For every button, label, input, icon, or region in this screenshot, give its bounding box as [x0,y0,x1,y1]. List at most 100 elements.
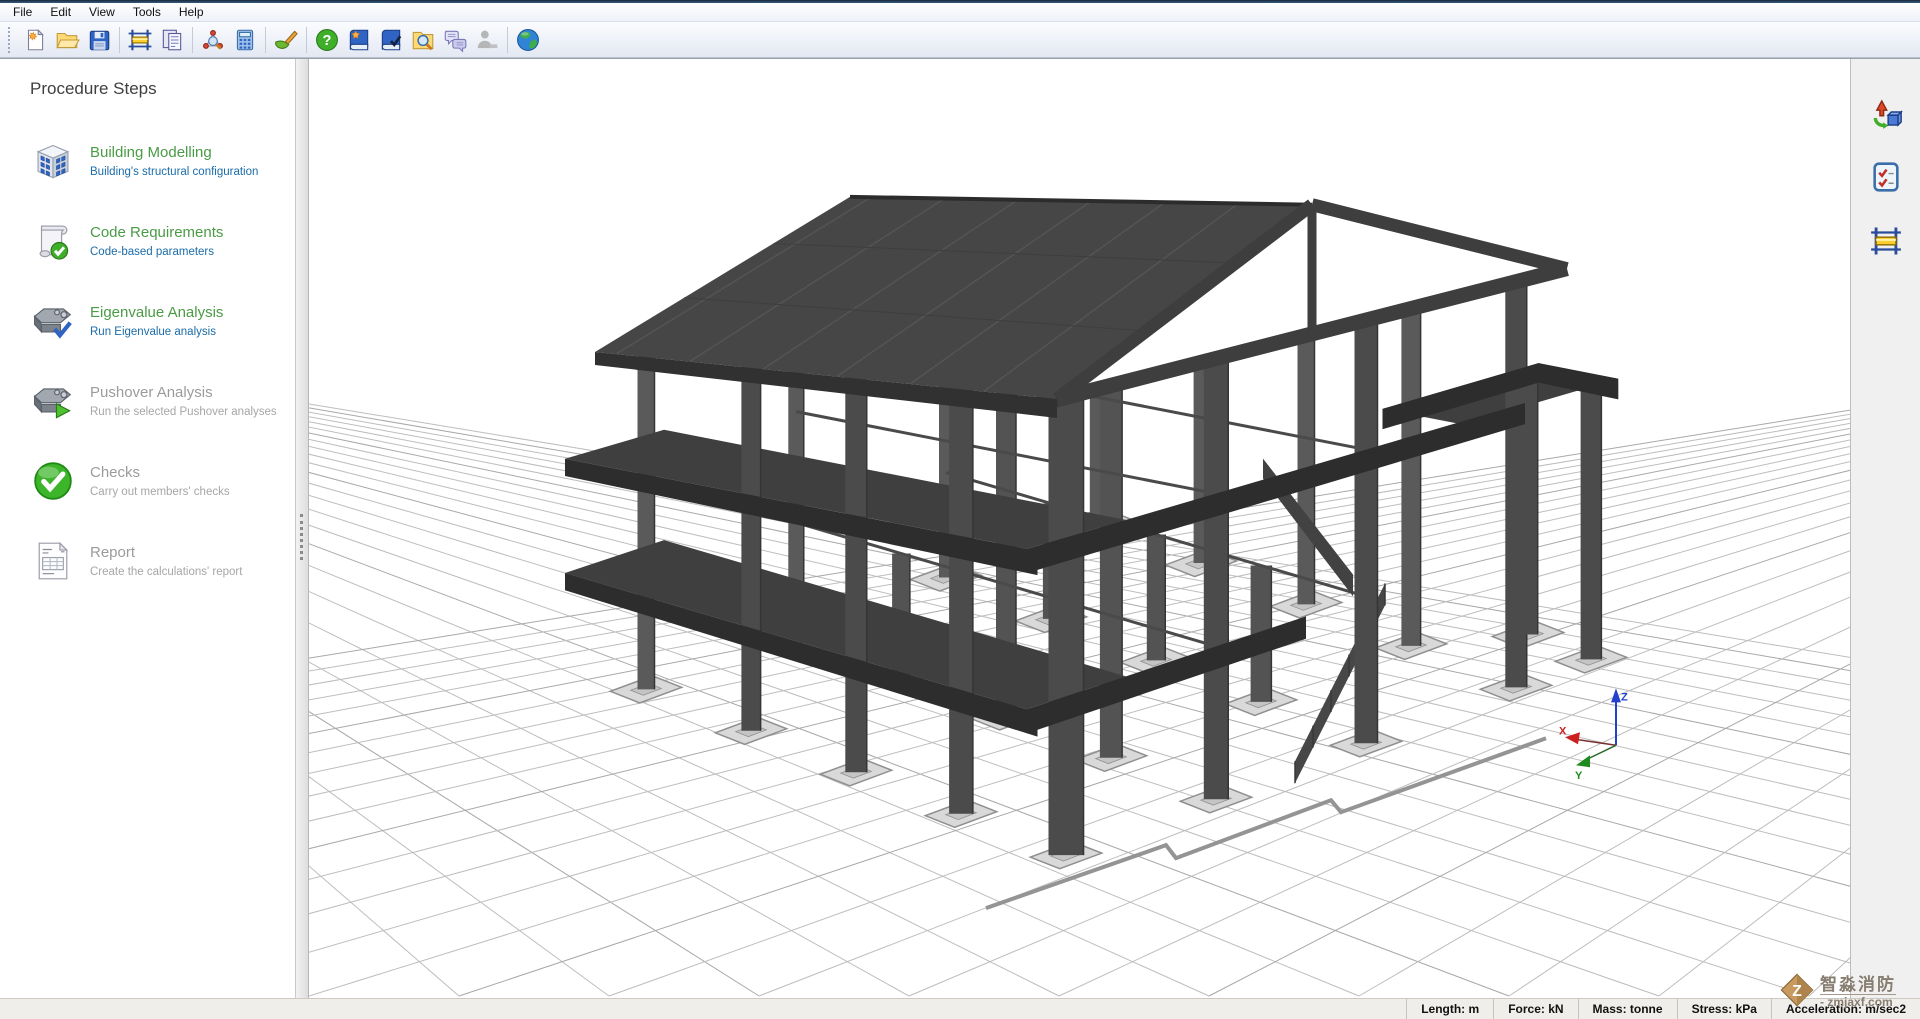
status-bar: Length: mForce: kNMass: tonneStress: kPa… [0,998,1920,1019]
step-subtitle: Run Eigenvalue analysis [90,326,223,338]
paintbrush-icon [273,27,299,53]
step-title: Report [90,544,242,561]
step-title: Eigenvalue Analysis [90,304,223,321]
grid-line [1809,299,1850,996]
panel-title: Procedure Steps [30,79,295,99]
step-title: Building Modelling [90,144,258,161]
toolbar-separator [192,27,193,53]
procedure-steps-panel: Procedure Steps Building ModellingBuildi… [0,59,296,998]
toolbar-button-book-star[interactable] [343,24,375,56]
step-subtitle: Create the calculations' report [90,566,242,578]
menu-item-view[interactable]: View [80,3,124,21]
folder-search-icon [410,27,436,53]
help-icon: ? [314,27,340,53]
status-cell-force: Force: kN [1493,999,1577,1019]
column [845,359,867,773]
splitter-grip[interactable] [300,514,303,560]
column [1204,341,1229,800]
toolbar-button-help[interactable]: ? [311,24,343,56]
step-text: Building ModellingBuilding's structural … [90,144,258,178]
toolbar-button-model-view-search[interactable] [197,24,229,56]
toolbar-button-calculator[interactable] [229,24,261,56]
watermark-text: 智淼消防 - zmjaxf.com [1820,976,1896,1008]
view-toolbar-button-view-cube[interactable] [1864,91,1908,135]
toolbar-separator [507,27,508,53]
globe-icon [515,27,541,53]
column [1147,534,1166,660]
open-project-icon [54,27,80,53]
save-project-icon [86,27,112,53]
grid-line [309,299,459,996]
machine-play-icon [30,378,76,424]
status-cell-stress: Stress: kPa [1677,999,1771,1019]
column [741,349,760,731]
toolbar-grip-handle[interactable] [8,27,12,53]
toolbar-button-report-preview[interactable] [156,24,188,56]
watermark-line2: - zmjaxf.com [1820,994,1896,1009]
status-spacer [0,999,1406,1019]
axis-y-label: Y [1575,770,1583,782]
report-preview-icon [159,27,185,53]
step-title: Pushover Analysis [90,384,277,401]
procedure-step-code-requirements[interactable]: Code RequirementsCode-based parameters [30,201,295,281]
toolbar-button-comments[interactable] [439,24,471,56]
new-document-icon [22,27,48,53]
watermark-logo-icon: Z [1779,972,1815,1013]
grid-line [1659,299,1850,996]
step-subtitle: Carry out members' checks [90,486,230,498]
view-toolbar-button-checklist[interactable] [1864,155,1908,199]
step-subtitle: Code-based parameters [90,246,223,258]
menu-item-help[interactable]: Help [170,3,213,21]
toolbar-separator [119,27,120,53]
procedure-step-building-modelling[interactable]: Building ModellingBuilding's structural … [30,121,295,201]
step-text: ChecksCarry out members' checks [90,464,230,498]
comments-icon [442,27,468,53]
status-cell-length: Length: m [1406,999,1493,1019]
beam-section-icon [127,27,153,53]
procedure-step-checks: ChecksCarry out members' checks [30,441,295,521]
menu-item-file[interactable]: File [4,3,41,21]
step-text: Code RequirementsCode-based parameters [90,224,223,258]
toolbar-button-beam-section[interactable] [124,24,156,56]
view-cube-icon [1869,96,1903,130]
building-icon [30,138,76,184]
support-icon [474,27,500,53]
menu-item-tools[interactable]: Tools [124,3,170,21]
model-viewport-3d[interactable]: ZXY [308,59,1850,998]
axis-y-arrow [1576,755,1590,767]
menu-item-edit[interactable]: Edit [41,3,80,21]
toolbar-button-paintbrush[interactable] [270,24,302,56]
scroll-check-icon [30,218,76,264]
axis-x-line [1575,739,1616,745]
toolbar-button-book-check[interactable] [375,24,407,56]
machine-check-icon [30,298,76,344]
book-check-icon [378,27,404,53]
toolbar-separator [306,27,307,53]
column [638,339,655,690]
menu-bar: FileEditViewToolsHelp [0,3,1920,22]
toolbar-button-globe[interactable] [512,24,544,56]
toolbar-button-new-document[interactable] [19,24,51,56]
toolbar-button-support [471,24,503,56]
toolbar-button-open-project[interactable] [51,24,83,56]
building-model-scene[interactable]: ZXY [309,59,1850,998]
panel-splitter[interactable] [296,59,308,998]
checklist-icon [1869,160,1903,194]
view-toolbar [1850,59,1920,998]
procedure-step-report: Report Create the calculations' report [30,521,295,601]
toolbar-button-save-project[interactable] [83,24,115,56]
procedure-steps-list: Building ModellingBuilding's structural … [30,121,295,601]
step-text: Pushover Analysis Run the selected Pushov… [90,384,277,418]
toolbar-button-folder-search[interactable] [407,24,439,56]
model-view-search-icon [200,27,226,53]
svg-text:Z: Z [1792,983,1802,1000]
axis-z-label: Z [1621,691,1628,703]
column [1581,384,1602,660]
procedure-step-eigenvalue-analysis[interactable]: Eigenvalue Analysis Run Eigenvalue analys… [30,281,295,361]
book-star-icon [346,27,372,53]
column [1049,379,1084,855]
toolbar-separator [265,27,266,53]
application-window: FileEditViewToolsHelp ? Procedure Steps … [0,0,1920,1019]
step-subtitle: Run the selected Pushover analyses [90,406,277,418]
view-toolbar-button-beam-section[interactable] [1864,219,1908,263]
